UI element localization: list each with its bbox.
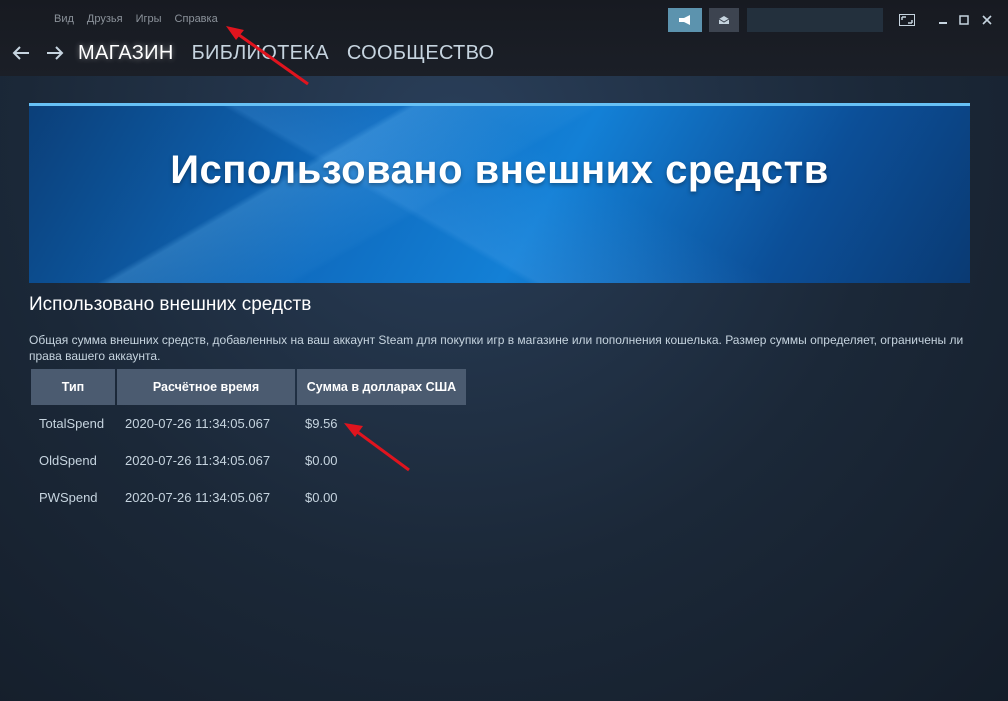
notifications-button[interactable]	[709, 8, 739, 32]
megaphone-icon	[679, 15, 690, 25]
main-navigation: МАГАЗИН БИБЛИОТЕКА СООБЩЕСТВО	[10, 38, 512, 68]
close-button[interactable]	[978, 11, 996, 29]
minimize-icon	[939, 22, 947, 24]
menu-item-friends[interactable]: Друзья	[87, 13, 123, 25]
page-title: Использовано внешних средств	[29, 294, 312, 315]
column-header-type: Тип	[31, 369, 115, 405]
tab-library[interactable]: БИБЛИОТЕКА	[192, 42, 329, 65]
cell-type: PWSpend	[39, 490, 98, 505]
menu-item-games[interactable]: Игры	[136, 13, 162, 25]
column-header-amount: Сумма в долларах США	[297, 369, 466, 405]
menu-bar: Вид Друзья Игры Справка	[54, 13, 218, 25]
back-button[interactable]	[10, 42, 32, 64]
announcements-button[interactable]	[668, 8, 702, 32]
tab-community[interactable]: СООБЩЕСТВО	[347, 42, 495, 65]
banner-title: Использовано внешних средств	[170, 148, 829, 192]
menu-item-view[interactable]: Вид	[54, 13, 74, 25]
account-menu[interactable]	[747, 8, 883, 32]
tab-store[interactable]: МАГАЗИН	[78, 42, 174, 65]
cell-time: 2020-07-26 11:34:05.067	[125, 453, 271, 468]
minimize-button[interactable]	[934, 11, 952, 29]
envelope-icon	[718, 16, 730, 24]
cell-time: 2020-07-26 11:34:05.067	[125, 490, 271, 505]
menu-item-help[interactable]: Справка	[175, 13, 218, 25]
external-funds-table: Тип Расчётное время Сумма в долларах США…	[29, 369, 468, 516]
steam-window: Вид Друзья Игры Справка МАГАЗИН БИБЛИОТЕ…	[0, 0, 1008, 701]
maximize-button[interactable]	[955, 11, 973, 29]
cell-amount: $0.00	[305, 490, 338, 505]
column-header-time: Расчётное время	[117, 369, 295, 405]
cell-time: 2020-07-26 11:34:05.067	[125, 416, 271, 431]
page-description: Общая сумма внешних средств, добавленных…	[29, 333, 964, 363]
close-icon	[982, 15, 992, 25]
arrow-right-icon	[47, 46, 64, 60]
arrow-left-icon	[12, 46, 29, 60]
page-banner: Использовано внешних средств	[29, 103, 970, 283]
table-row: TotalSpend 2020-07-26 11:34:05.067 $9.56	[31, 405, 466, 442]
fullscreen-icon	[899, 14, 915, 26]
cell-type: TotalSpend	[39, 416, 105, 431]
table-row: OldSpend 2020-07-26 11:34:05.067 $0.00	[31, 442, 466, 479]
table-row: PWSpend 2020-07-26 11:34:05.067 $0.00	[31, 479, 466, 516]
title-bar: Вид Друзья Игры Справка МАГАЗИН БИБЛИОТЕ…	[0, 0, 1008, 76]
maximize-icon	[959, 15, 969, 25]
table-header-row: Тип Расчётное время Сумма в долларах США	[31, 369, 466, 405]
cell-amount: $9.56	[305, 416, 338, 431]
forward-button[interactable]	[44, 42, 66, 64]
cell-amount: $0.00	[305, 453, 338, 468]
cell-type: OldSpend	[39, 453, 97, 468]
fullscreen-button[interactable]	[898, 11, 916, 29]
